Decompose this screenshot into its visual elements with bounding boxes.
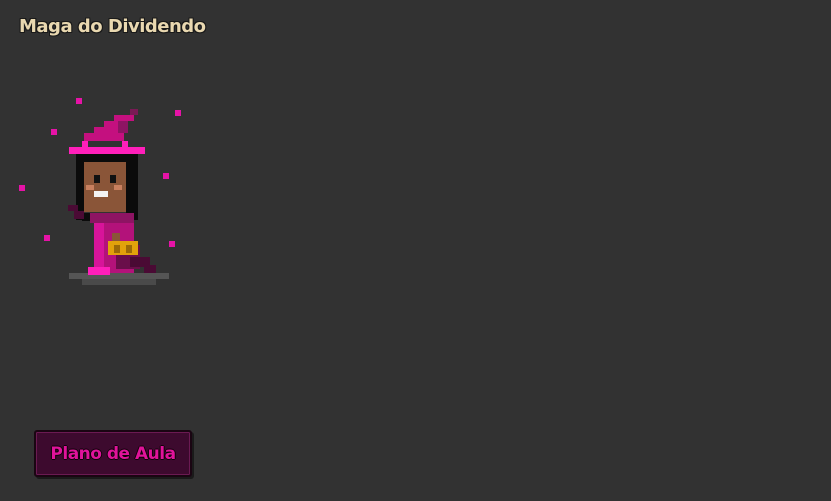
witch-hat (69, 109, 145, 154)
lesson-plan-button[interactable]: Plano de Aula (34, 430, 192, 477)
witch-sprite-icon (19, 98, 181, 285)
character-title: Maga do Dividendo (19, 16, 206, 37)
ground-shadow (69, 273, 169, 285)
lesson-plan-label: Plano de Aula (50, 443, 176, 464)
witch-face (84, 162, 126, 212)
